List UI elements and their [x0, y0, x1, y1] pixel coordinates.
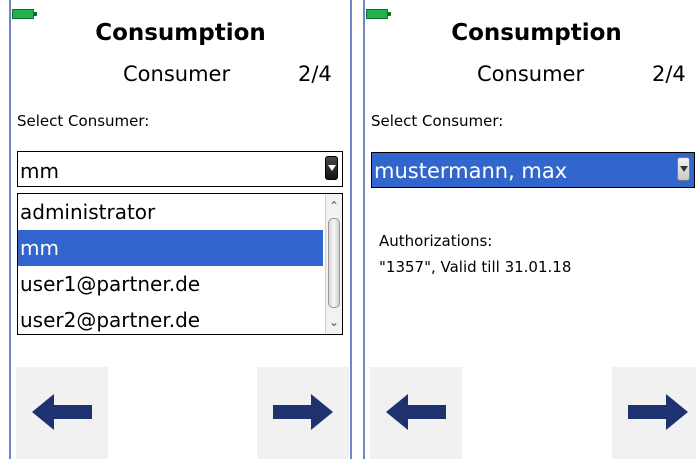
- battery-icon: [366, 9, 391, 19]
- authorization-entry: "1357", Valid till 31.01.18: [379, 258, 572, 276]
- consumer-select-screen-closed: Consumption Consumer 2/4 Select Consumer…: [363, 0, 696, 459]
- page-indicator: 2/4: [652, 62, 686, 86]
- screen-subtitle: Consumer: [123, 62, 231, 86]
- list-item[interactable]: administrator: [18, 194, 323, 230]
- next-button[interactable]: [257, 367, 349, 459]
- arrow-left-icon: [386, 394, 446, 430]
- screen-subtitle: Consumer: [477, 62, 585, 86]
- consumer-select-screen-open: Consumption Consumer 2/4 Select Consumer…: [9, 0, 352, 459]
- select-consumer-label: Select Consumer:: [371, 112, 504, 130]
- arrow-left-icon: [32, 394, 92, 430]
- consumer-dropdown-value: mustermann, max: [374, 159, 568, 183]
- consumer-dropdown-list[interactable]: administrator mm user1@partner.de user2@…: [17, 193, 343, 335]
- chevron-down-icon[interactable]: [677, 157, 690, 181]
- list-item-selected[interactable]: mm: [18, 230, 323, 266]
- chevron-down-icon[interactable]: [325, 156, 338, 180]
- scroll-down-icon[interactable]: ⌄: [327, 312, 341, 332]
- screen-title: Consumption: [451, 20, 622, 46]
- next-button[interactable]: [612, 367, 696, 459]
- list-item[interactable]: user1@partner.de: [18, 266, 323, 302]
- battery-icon: [12, 9, 37, 19]
- page-indicator: 2/4: [298, 62, 332, 86]
- authorizations-label: Authorizations:: [379, 232, 493, 250]
- list-scrollbar[interactable]: ⌃ ⌄: [325, 194, 342, 334]
- scroll-up-icon[interactable]: ⌃: [327, 196, 341, 216]
- select-consumer-label: Select Consumer:: [17, 112, 150, 130]
- list-item[interactable]: user2@partner.de: [18, 302, 323, 334]
- screen-title: Consumption: [95, 20, 266, 46]
- back-button[interactable]: [370, 367, 462, 459]
- arrow-right-icon: [628, 394, 688, 430]
- arrow-right-icon: [273, 394, 333, 430]
- consumer-dropdown-value: mm: [20, 159, 59, 183]
- consumer-dropdown[interactable]: mm: [17, 151, 343, 187]
- scroll-thumb[interactable]: [328, 218, 340, 308]
- back-button[interactable]: [16, 367, 108, 459]
- consumer-dropdown[interactable]: mustermann, max: [371, 152, 695, 188]
